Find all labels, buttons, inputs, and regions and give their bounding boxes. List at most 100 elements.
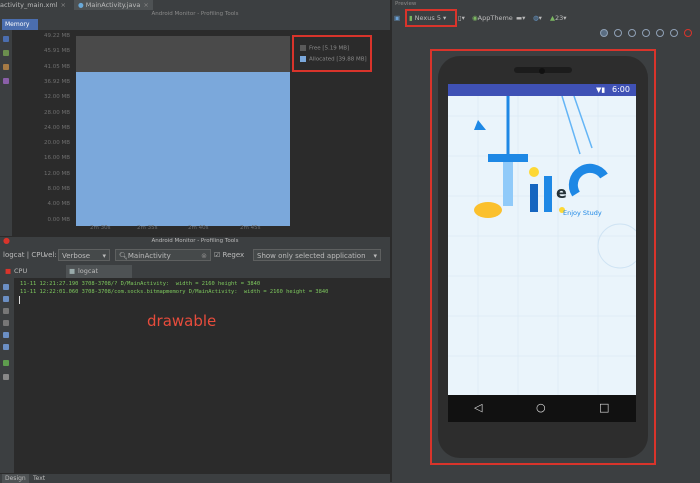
back-icon[interactable]: ◁: [474, 400, 482, 416]
magnet-icon: [568, 163, 608, 197]
deco-circle: [597, 223, 636, 269]
filter-select[interactable]: Show only selected application ▾: [253, 249, 381, 261]
zoom-out-icon[interactable]: [642, 29, 650, 37]
y-tick-label: 45.91 MB: [43, 48, 70, 55]
monitor-title: Android Monitor - Profiling Tools: [0, 10, 390, 19]
legend-allocated: Allocated [39.88 MB]: [300, 56, 367, 63]
annotation-drawable: drawable: [147, 312, 217, 330]
clear-log-icon[interactable]: [3, 284, 9, 290]
log-line: 11-11 12:21:27.190 3708-3708/? D/MainAct…: [20, 281, 261, 287]
logcat-icon: ■: [69, 267, 76, 275]
logcat-side-toolbar: [0, 278, 15, 473]
logcat-output[interactable]: [15, 278, 390, 473]
zoom-actual-icon[interactable]: [614, 29, 622, 37]
letter-t-stem: [503, 162, 513, 206]
chevron-down-icon: ▾: [373, 252, 377, 260]
y-tick-label: 32.00 MB: [43, 94, 70, 101]
api-level: 23: [555, 14, 564, 22]
tab-logcat-label: logcat: [78, 267, 99, 275]
rotate-icon: ▯: [458, 14, 462, 22]
letter-i: [530, 184, 538, 212]
orientation-select[interactable]: ▯▾: [458, 12, 465, 24]
settings-icon[interactable]: [3, 374, 9, 380]
print-icon[interactable]: [3, 344, 9, 350]
zoom-fit-icon[interactable]: [600, 29, 608, 37]
y-tick-label: 49.22 MB: [43, 33, 70, 39]
down-arrow-icon[interactable]: [3, 320, 9, 326]
legend-free: Free [5.19 MB]: [300, 45, 349, 52]
x-tick-label: 2m 35s: [137, 225, 158, 231]
error-icon[interactable]: [684, 29, 692, 37]
theme-name: AppTheme: [477, 14, 513, 22]
app-tagline: Enjoy Study: [563, 209, 602, 217]
y-tick-label: 4.00 MB: [47, 201, 70, 208]
device-icon: ▮: [409, 14, 413, 22]
y-tick-label: 12.00 MB: [43, 170, 70, 177]
legend-highlight: [292, 35, 372, 72]
scroll-end-icon[interactable]: [3, 296, 9, 302]
regex-label: Regex: [222, 251, 245, 259]
filter-value: Show only selected application: [257, 252, 366, 260]
close-icon[interactable]: ×: [61, 1, 66, 9]
hanging-line: [573, 96, 593, 149]
allocation-tracker-icon[interactable]: [3, 78, 9, 84]
y-tick-label: 24.00 MB: [43, 124, 70, 131]
chevron-down-icon: ▾: [102, 252, 106, 260]
tab-main-activity[interactable]: ● MainActivity.java ×: [74, 0, 153, 10]
text-cursor: [19, 296, 20, 304]
pause-icon[interactable]: [3, 36, 9, 42]
legend-free-label: Free [5.19 MB]: [309, 45, 350, 52]
log-line: 11-11 12:22:01.060 3708-3708/com.socks.b…: [20, 289, 329, 295]
y-tick-label: 20.00 MB: [43, 140, 70, 147]
recents-icon[interactable]: □: [599, 400, 609, 416]
api-select[interactable]: ▲23▾: [550, 12, 567, 24]
clear-icon[interactable]: ⊗: [201, 250, 207, 262]
logcat-toolbar: logcat | CPU vel: Verbose ▾ 🔍︎MainActivi…: [0, 245, 390, 266]
palette-icon[interactable]: ▣: [394, 12, 400, 24]
zoom-in-icon[interactable]: [628, 29, 636, 37]
tab-label: MainActivity.java: [85, 1, 141, 9]
layout-select[interactable]: ▬▾: [516, 12, 525, 24]
close-icon[interactable]: ●: [3, 237, 10, 245]
theme-select[interactable]: ◉AppTheme: [472, 12, 513, 24]
log-level-select[interactable]: Verbose ▾: [58, 249, 110, 261]
gc-icon[interactable]: [3, 50, 9, 56]
phone-camera: [539, 68, 545, 74]
locale-select[interactable]: ◍▾: [533, 12, 542, 24]
allocated-swatch: [300, 56, 306, 62]
tab-activity-main[interactable]: activity_main.xml ×: [0, 0, 66, 10]
allocated-memory-area: [76, 72, 290, 226]
close-icon[interactable]: ×: [143, 1, 148, 9]
refresh-icon[interactable]: [656, 29, 664, 37]
grid-pattern: [448, 96, 636, 395]
java-file-icon: ●: [78, 1, 84, 9]
search-input[interactable]: 🔍︎MainActivity ⊗: [115, 249, 211, 261]
layout-icon: ▬: [516, 14, 523, 22]
letter-f: [544, 176, 552, 212]
y-tick-label: 36.92 MB: [43, 78, 70, 85]
letter-e: e: [556, 183, 567, 202]
cpu-icon: ■: [5, 267, 12, 275]
soft-wrap-icon[interactable]: [3, 332, 9, 338]
screenshot-icon[interactable]: [670, 29, 678, 37]
search-value: MainActivity: [127, 252, 171, 260]
letter-t-bar: [488, 154, 528, 162]
restart-icon[interactable]: [3, 360, 9, 366]
home-icon[interactable]: ○: [536, 400, 546, 416]
monitor-toolbar: [0, 30, 13, 236]
checkmark-icon: ☑: [214, 251, 221, 259]
up-arrow-icon[interactable]: [3, 308, 9, 314]
regex-checkbox[interactable]: ☑ Regex: [214, 249, 244, 261]
globe-icon: ◍: [533, 14, 539, 22]
device-name: Nexus 5: [414, 14, 441, 22]
dump-heap-icon[interactable]: [3, 64, 9, 70]
device-select[interactable]: ▮ Nexus 5 ▾: [409, 12, 446, 24]
tab-memory[interactable]: Memory: [2, 19, 38, 30]
y-tick-label: 28.00 MB: [43, 109, 70, 116]
tab-cpu-label: CPU: [14, 267, 28, 275]
tab-logcat[interactable]: ■ logcat: [66, 265, 132, 278]
tab-cpu[interactable]: ■ CPU: [2, 265, 62, 278]
logcat-subtabs: ■ CPU ■ logcat: [0, 265, 390, 279]
y-tick-label: 41.05 MB: [43, 63, 70, 70]
triangle-icon: [474, 120, 486, 130]
